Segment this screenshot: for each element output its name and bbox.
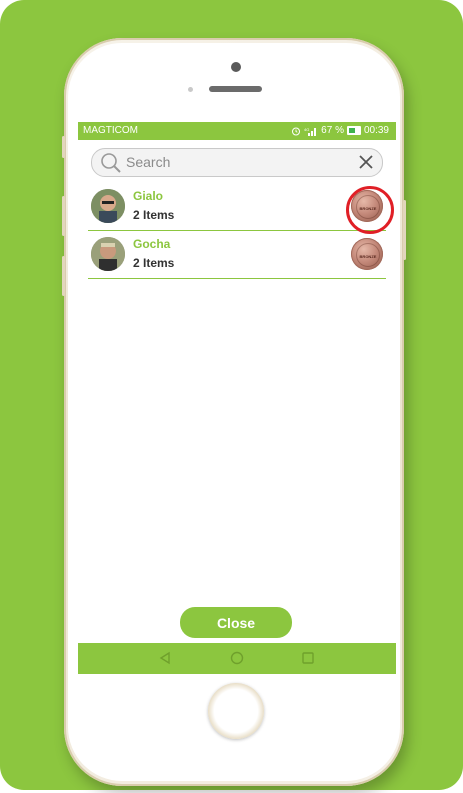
- search-icon: [101, 153, 121, 173]
- proximity-sensor: [188, 87, 193, 92]
- back-icon[interactable]: [158, 651, 172, 665]
- front-camera: [231, 62, 241, 72]
- highlight-ring: [346, 186, 394, 234]
- status-indicators: 4G 67 % 00:39: [291, 125, 389, 136]
- carrier-name: MAGTICOM: [83, 125, 138, 136]
- svg-text:4G: 4G: [304, 127, 309, 132]
- status-bar: MAGTICOM 4G 67 % 00:39: [78, 122, 396, 140]
- recents-icon[interactable]: [301, 651, 315, 665]
- phone-side-button: [62, 196, 65, 236]
- close-icon[interactable]: [358, 154, 374, 170]
- avatar: [91, 237, 125, 271]
- item-name: Gialo: [133, 189, 164, 203]
- battery-percent: 67 %: [321, 125, 344, 136]
- list-item[interactable]: Gocha 2 Items BRONZE: [88, 232, 386, 279]
- earpiece-speaker: [209, 86, 262, 92]
- item-name: Gocha: [133, 237, 171, 251]
- signal-icon: 4G: [304, 127, 317, 136]
- phone-side-button: [62, 256, 65, 296]
- list-item[interactable]: Gialo 2 Items BRONZE: [88, 184, 386, 231]
- avatar: [91, 189, 125, 223]
- clock-time: 00:39: [363, 125, 389, 136]
- search-input[interactable]: [126, 153, 346, 171]
- bronze-badge-icon[interactable]: BRONZE: [351, 238, 383, 270]
- item-count: 2 Items: [133, 208, 175, 222]
- android-nav-bar: [78, 643, 396, 674]
- search-bar[interactable]: [91, 148, 383, 177]
- alarm-icon: [292, 127, 301, 135]
- badge-label: BRONZE: [359, 254, 377, 259]
- item-count: 2 Items: [133, 256, 175, 270]
- battery-icon: [346, 126, 361, 135]
- phone-side-button: [62, 136, 65, 158]
- phone-home-button[interactable]: [208, 683, 264, 739]
- close-button[interactable]: Close: [180, 607, 292, 638]
- phone-side-button: [403, 200, 406, 260]
- home-icon[interactable]: [230, 651, 244, 665]
